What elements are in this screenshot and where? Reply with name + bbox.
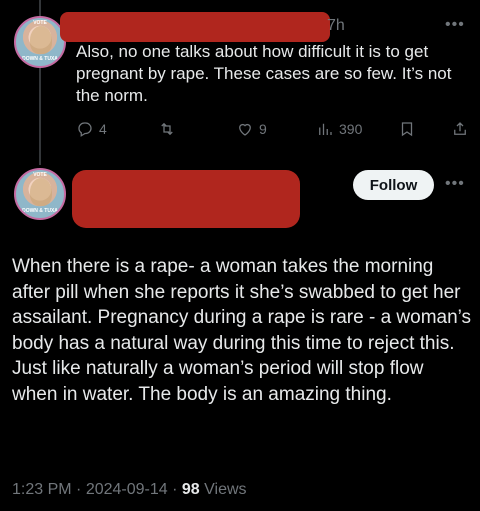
views-count: 390 — [339, 121, 363, 137]
heart-icon — [239, 123, 251, 136]
reply-avatar[interactable]: VOTE DOWN & TUXA — [14, 16, 66, 68]
avatar-ring-bottom: DOWN & TUXA — [22, 56, 58, 62]
bookmark-icon — [401, 122, 413, 137]
reply-text: Also, no one talks about how difficult i… — [76, 42, 452, 105]
post-date[interactable]: 2024-09-14 — [86, 481, 168, 498]
avatar-ring-top: VOTE — [33, 20, 47, 26]
views-button[interactable]: 390 — [316, 120, 362, 138]
retweet-button[interactable] — [158, 120, 176, 138]
post-meta: 1:23 PM · 2024-09-14 · 98 Views — [12, 481, 247, 499]
reply-timestamp[interactable]: 7h — [327, 17, 345, 35]
avatar-hair — [30, 26, 52, 54]
post-views-count: 98 — [181, 481, 200, 498]
comment-icon — [78, 122, 92, 137]
like-button[interactable]: 9 — [236, 120, 267, 138]
retweet-icon — [161, 122, 173, 136]
avatar-ring-bottom: DOWN & TUXA — [22, 208, 58, 214]
reply-more-button[interactable]: ••• — [445, 16, 465, 34]
like-count: 9 — [259, 121, 267, 137]
analytics-icon — [319, 123, 332, 135]
reply-count: 4 — [99, 121, 107, 137]
post-views-label: Views — [204, 481, 247, 498]
post-text: When there is a rape- a woman takes the … — [12, 256, 472, 405]
bookmark-button[interactable] — [398, 120, 416, 138]
reply-button[interactable]: 4 — [76, 120, 107, 138]
redacted-username — [60, 12, 330, 42]
redacted-author-name — [72, 170, 300, 228]
meta-separator: · — [76, 481, 82, 498]
post-avatar[interactable]: VOTE DOWN & TUXA — [14, 168, 66, 220]
meta-separator: · — [172, 481, 178, 498]
post-more-button[interactable]: ••• — [445, 175, 465, 193]
share-button[interactable] — [451, 120, 469, 138]
reply-action-bar: 4 9 390 — [76, 120, 471, 140]
avatar-ring-top: VOTE — [33, 172, 47, 178]
avatar-hair — [30, 178, 52, 206]
share-icon — [454, 122, 466, 135]
follow-button[interactable]: Follow — [353, 170, 434, 200]
post-time[interactable]: 1:23 PM — [12, 481, 72, 498]
